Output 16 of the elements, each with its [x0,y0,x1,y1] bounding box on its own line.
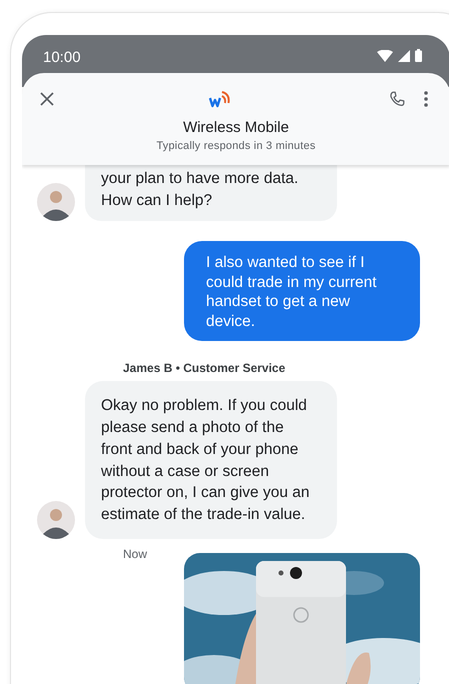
avatar-icon [37,500,75,539]
timestamp: Now [123,546,148,561]
avatar-icon [37,183,75,222]
message-bubble: I also wanted to see if I could trade in my current handset to get a new device. [184,241,420,342]
response-time: Typically responds in 3 minutes [156,140,316,152]
wifi-icon [377,50,393,62]
signal-icon [398,50,410,62]
more-icon[interactable] [424,91,428,107]
phone-icon[interactable] [388,90,406,108]
status-time: 10:00 [43,49,81,66]
message-bubble: your plan to have more data. How can I help? [85,165,337,222]
sender-label: James B • Customer Service [123,361,286,376]
close-icon[interactable] [40,92,54,106]
contact-name: Wireless Mobile [183,119,289,136]
message-bubble: Okay no problem. If you could please send a photo of the front and back of your phone without a case or screen protector on, I can give you an estimate of the trade-in value. [85,381,337,539]
battery-icon [415,49,422,62]
